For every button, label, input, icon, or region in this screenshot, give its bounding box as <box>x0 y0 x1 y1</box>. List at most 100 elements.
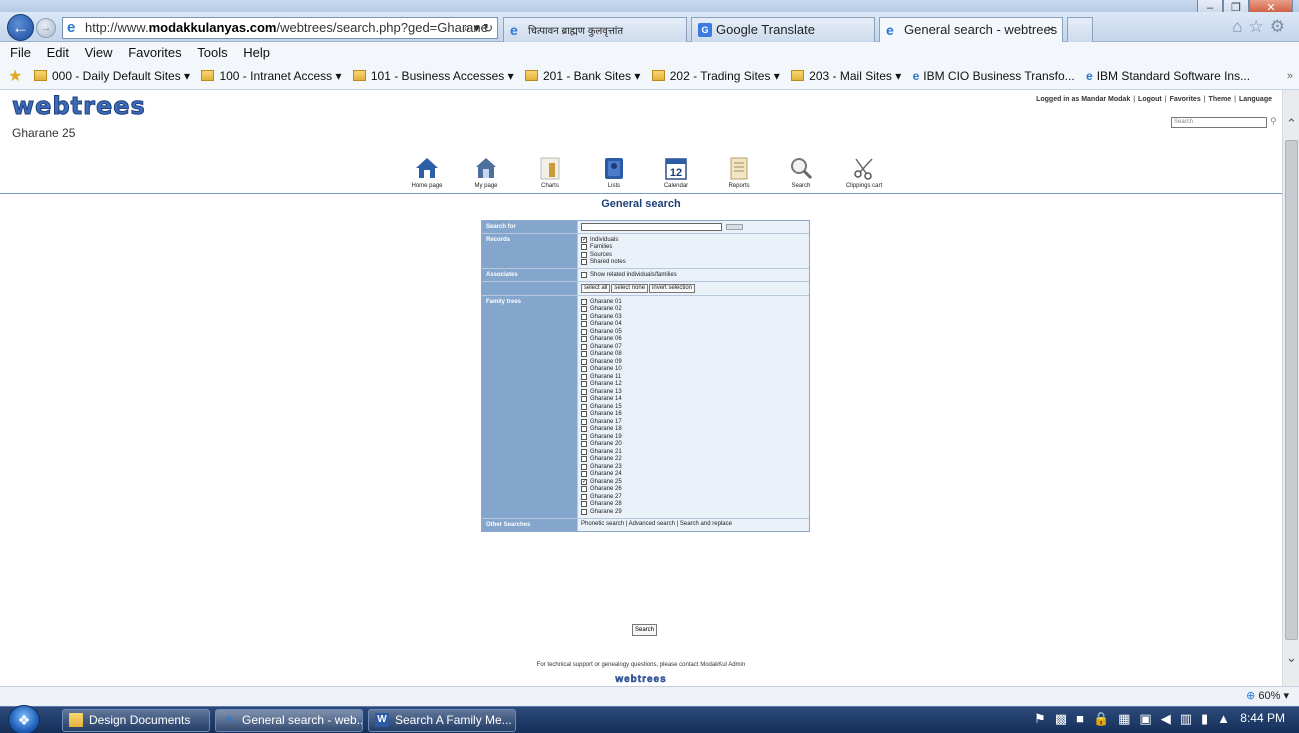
record-type-checkbox[interactable]: ✓ Individuals <box>581 236 806 243</box>
scroll-up-icon[interactable]: ⌃ <box>1285 116 1298 132</box>
checkbox-box[interactable] <box>581 373 587 380</box>
close-tab-icon[interactable]: × <box>1047 18 1054 41</box>
family-tree-checkbox[interactable]: Gharane 23 <box>581 463 806 470</box>
checkbox-box[interactable] <box>581 486 587 492</box>
favorites-folder-202[interactable]: 202 - Trading Sites ▾ <box>651 69 780 83</box>
record-type-checkbox[interactable]: Sources <box>581 251 806 258</box>
start-button[interactable]: ❖ <box>8 705 40 733</box>
checkbox-box[interactable] <box>581 463 587 470</box>
menu-my-page[interactable]: My page <box>456 156 516 189</box>
tab-general-search[interactable]: e General search - webtrees × <box>879 17 1063 42</box>
family-tree-checkbox[interactable]: Gharane 08 <box>581 351 806 358</box>
menu-clippings-cart[interactable]: Clippings cart <box>834 156 894 189</box>
back-button[interactable]: ← <box>7 14 34 41</box>
checkbox-box[interactable] <box>581 433 587 440</box>
scroll-down-icon[interactable]: ⌄ <box>1285 650 1298 666</box>
theme-link[interactable]: Theme <box>1209 96 1232 103</box>
magnifier-icon[interactable]: ⚲ <box>1270 116 1277 127</box>
family-tree-checkbox[interactable]: Gharane 04 <box>581 321 806 328</box>
home-favorites-tools-icons[interactable]: ⌂☆⚙ <box>1232 17 1291 37</box>
favorites-link-ibm-software[interactable]: e IBM Standard Software Ins... <box>1086 69 1250 83</box>
checkbox-box[interactable] <box>581 313 587 320</box>
forward-button[interactable]: → <box>36 18 56 38</box>
family-tree-checkbox[interactable]: Gharane 10 <box>581 366 806 373</box>
favorites-folder-203[interactable]: 203 - Mail Sites ▾ <box>791 69 901 83</box>
advanced-search-link[interactable]: Advanced search <box>629 521 675 527</box>
menu-help[interactable]: Help <box>243 45 270 60</box>
checkbox-box[interactable]: ✓ <box>581 236 587 243</box>
family-tree-checkbox[interactable]: Gharane 26 <box>581 486 806 493</box>
new-tab-button[interactable] <box>1067 17 1093 42</box>
checkbox-box[interactable] <box>581 306 587 312</box>
keyboard-button[interactable] <box>726 224 743 230</box>
logout-link[interactable]: Logout <box>1138 96 1162 103</box>
phonetic-search-link[interactable]: Phonetic search <box>581 521 624 527</box>
family-tree-checkbox[interactable]: Gharane 28 <box>581 501 806 508</box>
family-tree-checkbox[interactable]: Gharane 19 <box>581 433 806 440</box>
family-tree-checkbox[interactable]: Gharane 16 <box>581 411 806 418</box>
family-tree-checkbox[interactable]: Gharane 18 <box>581 426 806 433</box>
favorites-folder-101[interactable]: 101 - Business Accesses ▾ <box>352 69 514 83</box>
select-none-button[interactable]: select none <box>611 284 649 293</box>
taskbar-clock[interactable]: 8:44 PM <box>1240 711 1285 725</box>
checkbox-box[interactable] <box>581 244 587 250</box>
scrollbar-thumb[interactable] <box>1285 140 1298 640</box>
system-tray-icons[interactable]: ⚑▩■🔒▦▣◀▥▮▲ <box>1034 711 1239 727</box>
header-search-input[interactable]: Search <box>1171 117 1267 128</box>
checkbox-box[interactable] <box>581 501 587 507</box>
family-tree-checkbox[interactable]: Gharane 07 <box>581 343 806 350</box>
checkbox-box[interactable] <box>581 366 587 372</box>
site-logo[interactable]: webtrees <box>12 92 146 121</box>
family-tree-checkbox[interactable]: Gharane 20 <box>581 441 806 448</box>
favorites-link-ibm-cio[interactable]: e IBM CIO Business Transfo... <box>913 69 1075 83</box>
favorites-star-icon[interactable]: ★ <box>8 64 22 89</box>
checkbox-box[interactable] <box>581 388 587 395</box>
checkbox-box[interactable] <box>581 336 587 342</box>
favorites-folder-201[interactable]: 201 - Bank Sites ▾ <box>524 69 640 83</box>
family-tree-checkbox[interactable]: Gharane 01 <box>581 298 806 305</box>
address-bar[interactable]: e http://www.modakkulanyas.com/webtrees/… <box>62 17 498 39</box>
checkbox-box[interactable] <box>581 493 587 500</box>
menu-lists[interactable]: Lists <box>584 156 644 189</box>
checkbox-box[interactable] <box>581 298 587 305</box>
menu-search[interactable]: Search <box>771 156 831 189</box>
favorites-folder-100[interactable]: 100 - Intranet Access ▾ <box>201 69 342 83</box>
family-tree-checkbox[interactable]: Gharane 17 <box>581 418 806 425</box>
language-link[interactable]: Language <box>1239 96 1272 103</box>
checkbox-box[interactable] <box>581 426 587 432</box>
checkbox-box[interactable] <box>581 441 587 447</box>
family-tree-checkbox[interactable]: Gharane 22 <box>581 456 806 463</box>
select-all-button[interactable]: select all <box>581 284 611 293</box>
checkbox-box[interactable] <box>581 471 587 477</box>
menu-charts[interactable]: Charts <box>520 156 580 189</box>
menu-calendar[interactable]: 12 Calendar <box>646 156 706 189</box>
checkbox-box[interactable] <box>581 351 587 357</box>
checkbox-box[interactable] <box>581 381 587 387</box>
checkbox-box[interactable] <box>581 321 587 327</box>
checkbox-box[interactable]: ✓ <box>581 478 587 485</box>
checkbox-box[interactable] <box>581 396 587 402</box>
search-for-input[interactable] <box>581 223 722 231</box>
family-tree-checkbox[interactable]: Gharane 05 <box>581 328 806 335</box>
family-tree-checkbox[interactable]: Gharane 29 <box>581 508 806 515</box>
checkbox-box[interactable] <box>581 358 587 365</box>
checkbox-box[interactable] <box>581 328 587 335</box>
family-tree-checkbox[interactable]: Gharane 11 <box>581 373 806 380</box>
family-tree-checkbox[interactable]: Gharane 02 <box>581 306 806 313</box>
record-type-checkbox[interactable]: Shared notes <box>581 259 806 266</box>
menu-view[interactable]: View <box>85 45 113 60</box>
associates-checkbox[interactable]: Show related individuals/families <box>581 271 806 278</box>
taskbar-word-document[interactable]: W Search A Family Me... <box>368 709 516 732</box>
family-tree-checkbox[interactable]: Gharane 27 <box>581 493 806 500</box>
family-tree-checkbox[interactable]: Gharane 12 <box>581 381 806 388</box>
family-tree-checkbox[interactable]: Gharane 24 <box>581 471 806 478</box>
menu-reports[interactable]: Reports <box>709 156 769 189</box>
family-tree-checkbox[interactable]: Gharane 09 <box>581 358 806 365</box>
checkbox-box[interactable] <box>581 448 587 455</box>
footer-logo[interactable]: webtrees <box>0 674 1282 686</box>
menu-edit[interactable]: Edit <box>47 45 69 60</box>
favorites-folder-000[interactable]: 000 - Daily Default Sites ▾ <box>34 69 190 83</box>
family-tree-checkbox[interactable]: Gharane 21 <box>581 448 806 455</box>
record-type-checkbox[interactable]: Families <box>581 244 806 251</box>
tab-marathi-site[interactable]: e चित्पावन ब्राह्मण कुलवृत्तांत <box>503 17 687 42</box>
